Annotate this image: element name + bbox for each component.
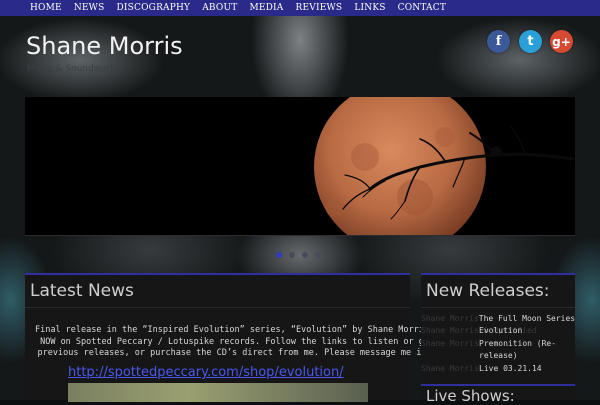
list-item[interactable]: Shane Morris Live 03.21.14	[421, 363, 575, 375]
live-shows-panel: Live Shows:	[421, 384, 575, 405]
facebook-icon[interactable]: f	[487, 30, 510, 53]
google-plus-icon[interactable]: g+	[550, 30, 573, 53]
twitter-icon[interactable]: t	[519, 30, 542, 53]
new-releases-title: New Releases:	[426, 281, 550, 301]
divider	[25, 307, 410, 308]
site-title[interactable]: Shane Morris	[26, 32, 183, 60]
list-item[interactable]: release)	[421, 350, 575, 362]
slider-dot[interactable]	[302, 252, 308, 258]
release-artist: Shane Morris	[421, 314, 479, 323]
release-title[interactable]: The Full Moon Series	[479, 313, 575, 325]
live-shows-title: Live Shows:	[426, 387, 515, 405]
list-item[interactable]: Shane Morris & Mystified Evolution	[421, 325, 575, 337]
nav-links[interactable]: LINKS	[354, 0, 385, 16]
hero-slider[interactable]	[25, 97, 575, 236]
nav-about[interactable]: ABOUT	[202, 0, 237, 16]
nav-reviews[interactable]: REVIEWS	[296, 0, 343, 16]
nav-news[interactable]: NEWS	[74, 0, 105, 16]
divider	[421, 307, 575, 308]
releases-list: Shane Morris The Full Moon Series Shane …	[421, 313, 575, 375]
nav-contact[interactable]: CONTACT	[398, 0, 446, 16]
news-line: previous releases, or purchase the CD’s …	[37, 348, 427, 358]
top-nav: HOME NEWS DISCOGRAPHY ABOUT MEDIA REVIEW…	[0, 0, 600, 16]
release-title[interactable]: Live 03.21.14	[479, 363, 542, 375]
release-artist: Shane Morris	[421, 338, 479, 348]
latest-news-panel: Latest News Final release in the “Inspir…	[25, 273, 429, 402]
slider-dot[interactable]	[315, 252, 321, 258]
release-title[interactable]: Evolution	[479, 325, 522, 337]
nav-discography[interactable]: DISCOGRAPHY	[116, 0, 190, 16]
news-line: NOW on Spotted Peccary / Lotuspike recor…	[40, 336, 424, 347]
release-title[interactable]: release)	[479, 350, 518, 362]
release-artist: Shane Morris & Mystified	[421, 326, 537, 336]
album-cover-image[interactable]	[68, 383, 368, 402]
list-item[interactable]: Shane Morris The Full Moon Series	[421, 313, 575, 325]
nav-media[interactable]: MEDIA	[249, 0, 283, 16]
release-title[interactable]: Premonition (Re-	[479, 338, 556, 350]
slider-dot[interactable]	[276, 252, 282, 258]
moon-slide-image	[25, 97, 575, 235]
list-item[interactable]: Shane Morris Premonition (Re-	[421, 338, 575, 350]
news-text: Final release in the “Inspired Evolution…	[33, 325, 431, 360]
nav-home[interactable]: HOME	[30, 0, 62, 16]
site-tagline: Music & Soundworks	[27, 64, 121, 74]
release-artist: Shane Morris	[421, 363, 479, 373]
release-artist	[421, 350, 479, 362]
slider-dot[interactable]	[289, 252, 295, 258]
news-line: Final release in the “Inspired Evolution…	[34, 325, 430, 335]
slider-dots	[276, 252, 328, 258]
new-releases-panel: New Releases: Shane Morris The Full Moon…	[421, 273, 575, 383]
latest-news-title: Latest News	[30, 281, 134, 301]
spotted-peccary-link[interactable]: http://spottedpeccary.com/shop/evolution…	[68, 365, 344, 380]
